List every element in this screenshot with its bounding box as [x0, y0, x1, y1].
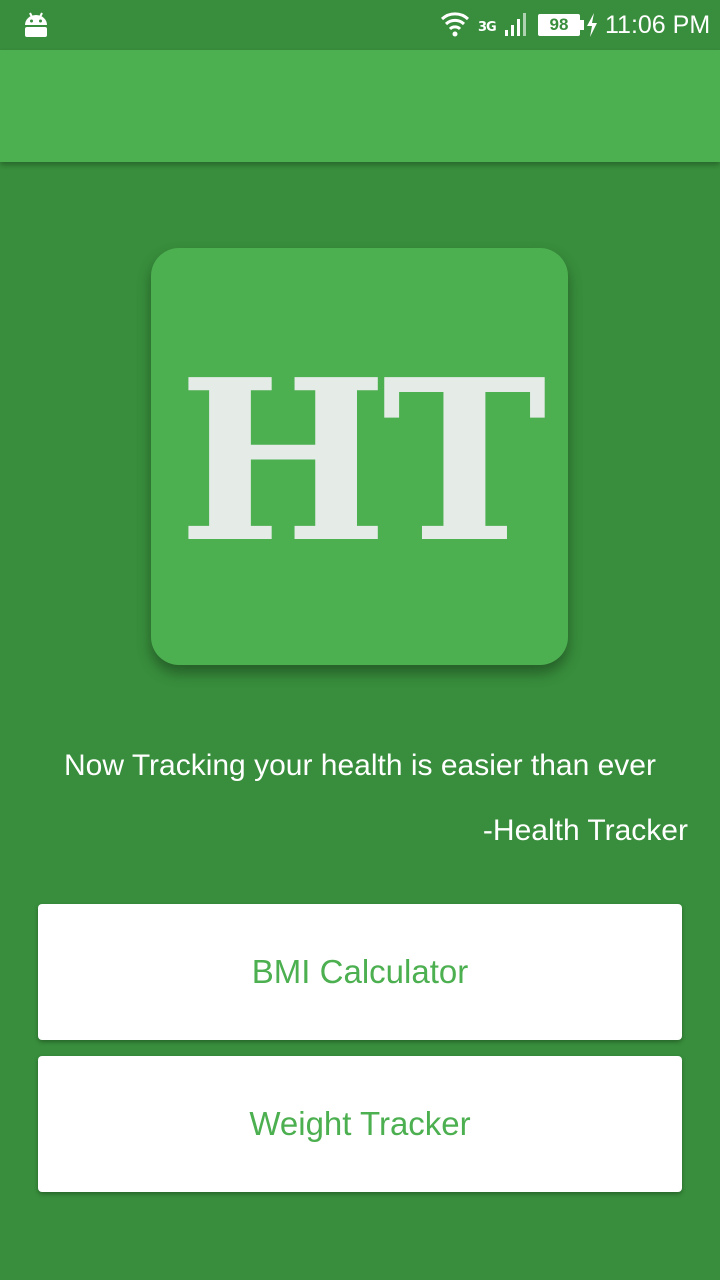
weight-tracker-button[interactable]: Weight Tracker [38, 1056, 682, 1192]
app-bar [0, 50, 720, 162]
android-icon [25, 12, 47, 37]
tagline-quote: Now Tracking your health is easier than … [64, 749, 656, 782]
signal-icon [505, 13, 526, 36]
bmi-calculator-button[interactable]: BMI Calculator [38, 904, 682, 1040]
weight-tracker-label: Weight Tracker [249, 1105, 471, 1142]
logo-text: HT [178, 331, 547, 592]
bmi-calculator-label: BMI Calculator [251, 953, 469, 990]
status-bar: 3G 98 11:06 PM [0, 0, 720, 50]
network-type-label: 3G [478, 20, 497, 35]
battery-icon: 98 [538, 14, 584, 36]
wifi-icon [440, 12, 470, 37]
screen: 3G 98 11:06 PM HT Now Tracking your heal… [0, 0, 720, 1280]
charging-icon [587, 13, 597, 37]
tagline-attribution: -Health Tracker [482, 814, 688, 847]
battery-level: 98 [549, 15, 569, 34]
clock: 11:06 PM [605, 11, 711, 39]
app-logo: HT [151, 248, 568, 665]
